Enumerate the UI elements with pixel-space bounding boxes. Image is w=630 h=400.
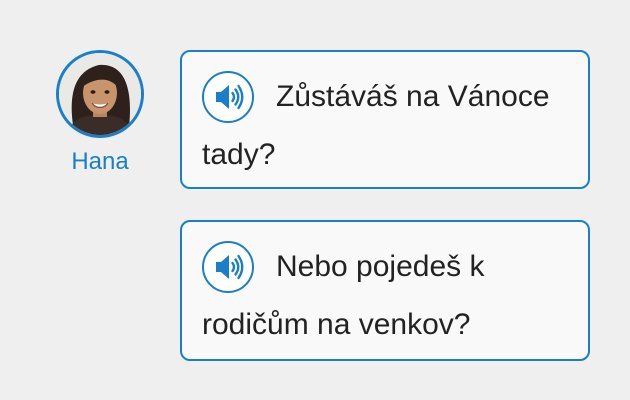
play-audio-button-2[interactable] bbox=[202, 241, 254, 293]
speaker-sound-icon bbox=[216, 254, 244, 280]
speaker-name: Hana bbox=[71, 148, 129, 175]
message-bubble-2: Nebo pojedeš k rodičům na venkov? bbox=[180, 220, 590, 361]
play-audio-button-1[interactable] bbox=[202, 71, 254, 123]
message-bubble-1: Zůstáváš na Vánoce tady? bbox=[180, 50, 590, 189]
speaker-sound-icon bbox=[216, 84, 244, 110]
speaker-avatar bbox=[56, 50, 144, 138]
avatar-portrait-image bbox=[59, 53, 141, 135]
message-text-1: Zůstáváš na Vánoce tady? bbox=[202, 80, 550, 171]
